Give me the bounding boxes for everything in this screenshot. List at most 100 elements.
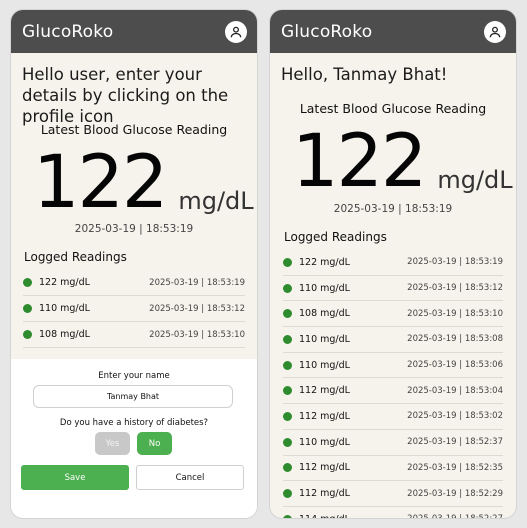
readings-list: 122 mg/dL 2025-03-19 | 18:53:19 110 mg/dL 2…: [283, 250, 503, 518]
latest-reading-label: Latest Blood Glucose Reading: [299, 101, 487, 116]
status-dot-icon: [283, 334, 292, 344]
cancel-button[interactable]: Cancel: [136, 465, 244, 490]
reading-left: 108 mg/dL: [283, 308, 350, 319]
latest-reading: 122 mg/dL: [33, 140, 254, 225]
status-dot-icon: [23, 330, 32, 339]
reading-row: 108 mg/dL 2025-03-19 | 18:53:10: [283, 301, 503, 328]
greeting-text: Hello, Tanmay Bhat!: [281, 65, 448, 84]
reading-time: 2025-03-19 | 18:53:04: [407, 385, 503, 396]
reading-row: 110 mg/dL 2025-03-19 | 18:53:08: [283, 327, 503, 353]
reading-row: 114 mg/dL 2025-03-19 | 18:52:27: [283, 507, 503, 518]
reading-left: 122 mg/dL: [23, 277, 90, 288]
reading-row: 122 mg/dL 2025-03-19 | 18:53:19: [283, 250, 503, 276]
reading-row: 110 mg/dL 2025-03-19 | 18:53:12: [23, 296, 245, 322]
reading-time: 2025-03-19 | 18:52:29: [407, 488, 503, 499]
reading-left: 110 mg/dL: [23, 303, 90, 314]
status-dot-icon: [283, 463, 292, 473]
yes-button[interactable]: Yes: [95, 432, 130, 455]
reading-value: 112 mg/dL: [299, 385, 350, 397]
reading-value: 110 mg/dL: [299, 333, 350, 345]
reading-time: 2025-03-19 | 18:52:37: [407, 437, 503, 448]
reading-row: 112 mg/dL 2025-03-19 | 18:53:02: [283, 404, 503, 430]
app-title: GlucoRoko: [281, 21, 373, 42]
latest-reading-time: 2025-03-19 | 18:53:19: [333, 203, 453, 215]
status-dot-icon: [283, 257, 292, 267]
latest-reading-time: 2025-03-19 | 18:53:19: [74, 223, 194, 235]
status-dot-icon: [283, 437, 292, 447]
reading-value: 114 mg/dL: [299, 514, 350, 518]
reading-left: 110 mg/dL: [283, 437, 350, 448]
reading-time: 2025-03-19 | 18:53:12: [149, 303, 245, 314]
greeting-text: Hello user, enter your details by clicki…: [22, 65, 229, 126]
status-dot-icon: [283, 386, 292, 396]
reading-value: 108 mg/dL: [39, 329, 90, 340]
app-bar: GlucoRoko: [11, 10, 257, 53]
reading-left: 112 mg/dL: [283, 488, 350, 499]
reading-value: 110 mg/dL: [299, 359, 350, 371]
left-screen: GlucoRoko Hello user, enter your details…: [11, 10, 257, 518]
reading-left: 110 mg/dL: [283, 283, 350, 294]
reading-row: 112 mg/dL 2025-03-19 | 18:52:35: [283, 456, 503, 482]
reading-row: 110 mg/dL 2025-03-19 | 18:52:37: [283, 430, 503, 456]
profile-button[interactable]: [484, 20, 506, 43]
profile-form-sheet: Enter your name Do you have a history of…: [11, 359, 257, 518]
reading-row: 112 mg/dL 2025-03-19 | 18:53:04: [283, 378, 503, 405]
latest-reading-value: 122: [33, 140, 168, 225]
reading-row: 108 mg/dL 2025-03-19 | 18:53:10: [23, 322, 245, 348]
reading-left: 110 mg/dL: [283, 360, 350, 371]
reading-time: 2025-03-19 | 18:53:06: [407, 360, 503, 371]
status-dot-icon: [283, 283, 292, 293]
reading-time: 2025-03-19 | 18:53:12: [407, 283, 503, 294]
reading-time: 2025-03-19 | 18:52:27: [407, 514, 503, 518]
reading-left: 114 mg/dL: [283, 514, 350, 518]
reading-row: 112 mg/dL 2025-03-19 | 18:52:29: [283, 481, 503, 507]
reading-left: 112 mg/dL: [283, 385, 350, 396]
reading-value: 108 mg/dL: [299, 308, 350, 320]
account-circle-icon: [489, 26, 501, 37]
reading-left: 122 mg/dL: [283, 257, 350, 268]
reading-value: 122 mg/dL: [39, 277, 90, 288]
reading-left: 112 mg/dL: [283, 411, 350, 422]
reading-value: 112 mg/dL: [299, 410, 350, 422]
status-dot-icon: [23, 304, 32, 313]
save-button[interactable]: Save: [21, 465, 129, 490]
reading-value: 112 mg/dL: [299, 488, 350, 500]
reading-left: 110 mg/dL: [283, 334, 350, 345]
reading-value: 110 mg/dL: [39, 303, 90, 314]
no-button[interactable]: No: [137, 432, 172, 455]
reading-left: 108 mg/dL: [23, 329, 90, 340]
reading-time: 2025-03-19 | 18:53:10: [149, 329, 245, 340]
profile-button[interactable]: [225, 20, 247, 43]
reading-left: 112 mg/dL: [283, 462, 350, 473]
status-dot-icon: [283, 489, 292, 499]
status-dot-icon: [283, 309, 292, 319]
diabetes-question: Do you have a history of diabetes?: [59, 418, 209, 428]
latest-reading-value: 122: [292, 119, 427, 204]
reading-time: 2025-03-19 | 18:52:35: [407, 462, 503, 473]
status-dot-icon: [283, 411, 292, 421]
readings-list: 122 mg/dL 2025-03-19 | 18:53:19 110 mg/dL 2…: [23, 270, 245, 348]
name-label: Enter your name: [98, 371, 170, 381]
reading-value: 112 mg/dL: [299, 462, 350, 474]
status-dot-icon: [283, 360, 292, 370]
reading-row: 110 mg/dL 2025-03-19 | 18:53:06: [283, 353, 503, 379]
app-title: GlucoRoko: [22, 21, 114, 42]
right-screen: GlucoRoko Hello, Tanmay Bhat! Latest Blo…: [270, 10, 516, 518]
reading-value: 110 mg/dL: [299, 282, 350, 294]
reading-time: 2025-03-19 | 18:53:08: [407, 334, 503, 345]
reading-value: 110 mg/dL: [299, 436, 350, 448]
reading-time: 2025-03-19 | 18:53:19: [149, 277, 245, 288]
logged-readings-title: Logged Readings: [24, 250, 127, 264]
reading-value: 122 mg/dL: [299, 256, 350, 268]
app-bar: GlucoRoko: [270, 10, 516, 53]
reading-row: 110 mg/dL 2025-03-19 | 18:53:12: [283, 276, 503, 302]
name-input[interactable]: [33, 385, 233, 408]
status-dot-icon: [283, 514, 292, 518]
reading-time: 2025-03-19 | 18:53:10: [407, 308, 503, 319]
account-circle-icon: [230, 26, 242, 37]
reading-time: 2025-03-19 | 18:53:02: [407, 411, 503, 422]
latest-reading-label: Latest Blood Glucose Reading: [40, 122, 228, 137]
latest-reading: 122 mg/dL: [292, 119, 513, 204]
latest-reading-unit: mg/dL: [178, 187, 254, 215]
reading-time: 2025-03-19 | 18:53:19: [407, 257, 503, 268]
